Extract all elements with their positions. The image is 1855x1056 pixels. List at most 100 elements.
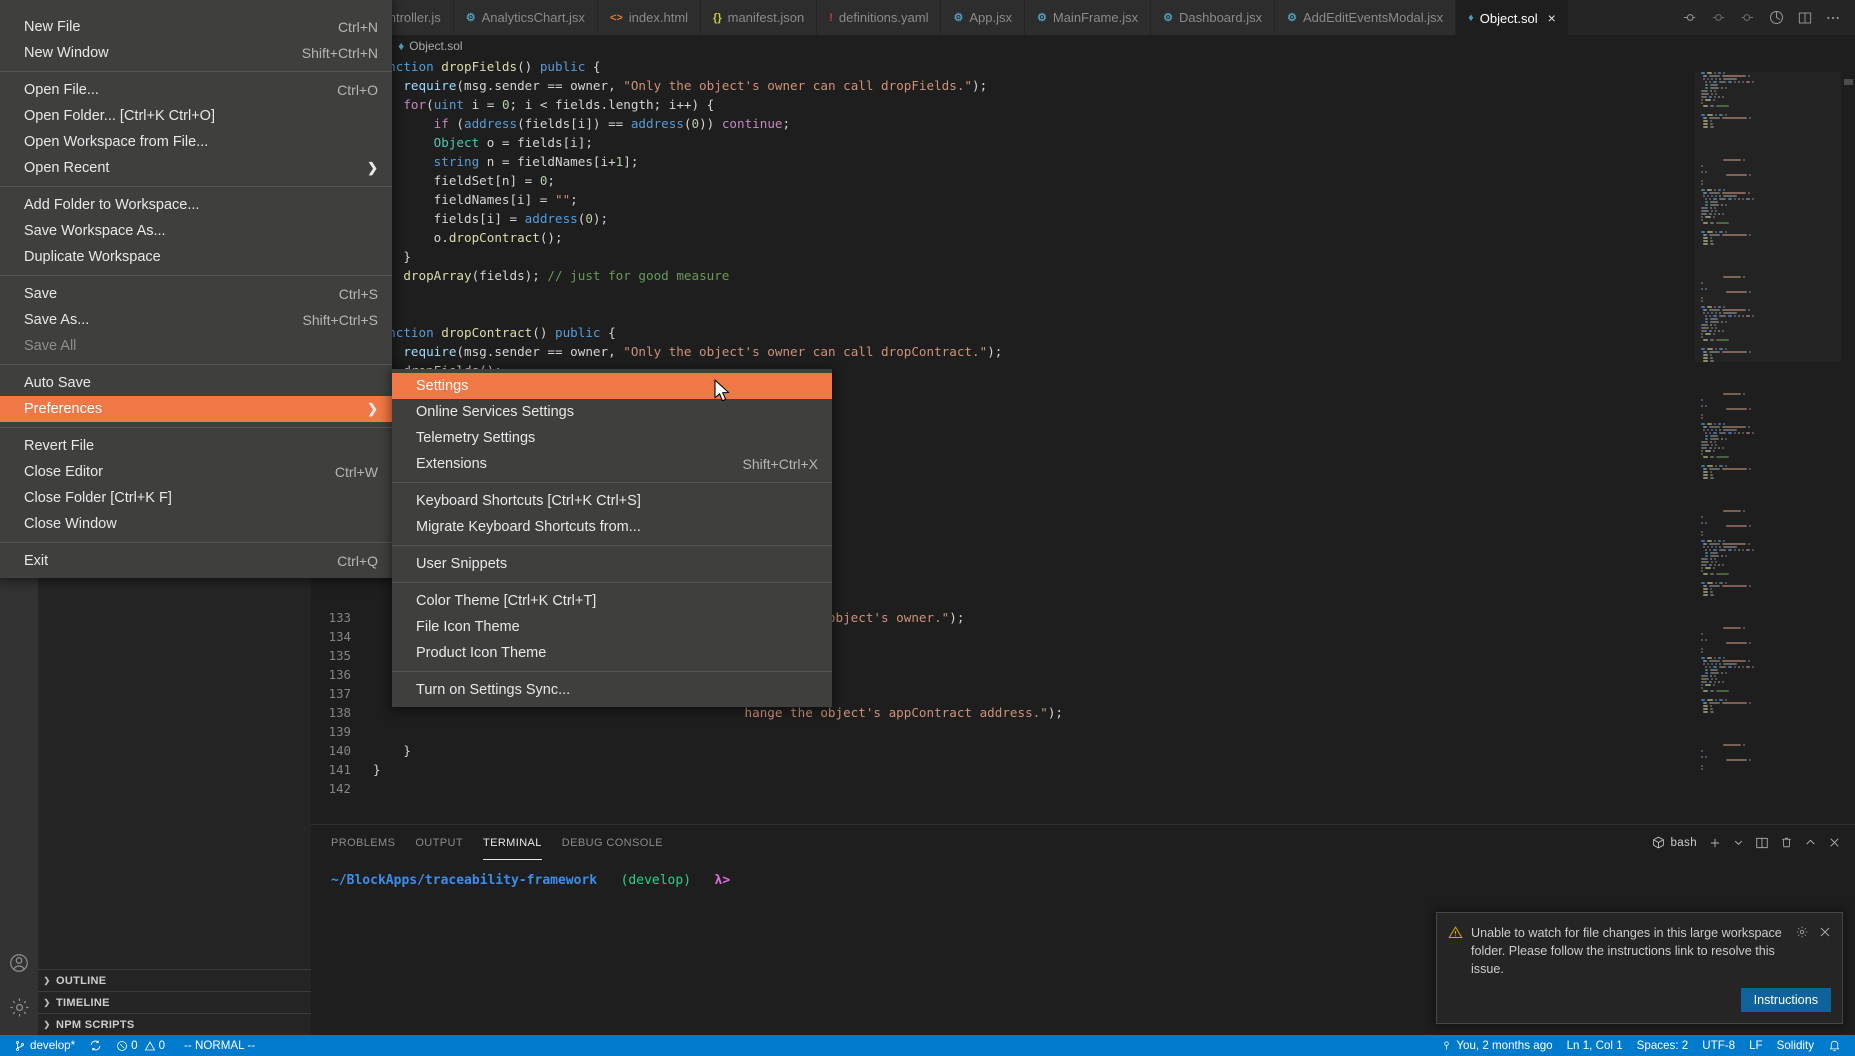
breadcrumb[interactable]: contracts ❯ ♦ Object.sol [311, 35, 1855, 57]
manage-gear-icon[interactable] [0, 985, 38, 1029]
panel-tab-problems[interactable]: PROBLEMS [331, 825, 395, 860]
code-line-text: function dropFields() public { [373, 59, 601, 74]
menu-item-new-file[interactable]: New File Ctrl+N [0, 14, 392, 40]
menu-item-settings[interactable]: Settings [392, 373, 832, 399]
split-editor-icon[interactable] [1797, 10, 1813, 26]
breadcrumb-file[interactable]: Object.sol [409, 39, 462, 53]
run-and-debug-icon[interactable] [1768, 9, 1785, 26]
panel-tab-debug-console[interactable]: DEBUG CONSOLE [562, 825, 663, 860]
menu-item-label: Save Workspace As... [24, 223, 166, 239]
tab-file-icon: ♦ [1468, 12, 1474, 24]
editor-tab[interactable]: ⚙ MainFrame.jsx [1025, 0, 1152, 35]
menu-item-close-editor[interactable]: Close Editor Ctrl+W [0, 459, 392, 485]
terminal-dropdown-icon[interactable] [1733, 837, 1744, 848]
code-line: o.dropContract(); [311, 228, 1695, 247]
editor-tab[interactable]: ⚙ App.jsx [941, 0, 1025, 35]
maximize-panel-icon[interactable] [1804, 836, 1817, 849]
menu-item-keyboard-shortcuts-ctrl-k-ctrl-s[interactable]: Keyboard Shortcuts [Ctrl+K Ctrl+S] [392, 488, 832, 514]
notification-toast[interactable]: Unable to watch for file changes in this… [1436, 912, 1843, 1024]
menu-item-new-window[interactable]: New Window Shift+Ctrl+N [0, 40, 392, 66]
panel-actions[interactable]: bash [1652, 836, 1855, 850]
new-terminal-icon[interactable] [1708, 836, 1722, 850]
status-problems[interactable]: 0 0 [109, 1035, 172, 1056]
menu-item-exit[interactable]: Exit Ctrl+Q [0, 548, 392, 574]
editor-tab[interactable]: <> index.html [597, 0, 702, 35]
menu-item-save-workspace-as[interactable]: Save Workspace As... [0, 218, 392, 244]
sidebar-section-timeline[interactable]: ❯ TIMELINE [38, 991, 311, 1013]
menu-item-turn-on-settings-sync[interactable]: Turn on Settings Sync... [392, 677, 832, 703]
menu-item-telemetry-settings[interactable]: Telemetry Settings [392, 425, 832, 451]
minimap[interactable] [1695, 57, 1841, 845]
line-number: 135 [328, 648, 351, 663]
tab-close-icon[interactable]: × [1548, 11, 1556, 25]
status-notifications-bell-icon[interactable] [1821, 1035, 1855, 1056]
split-editor-left-icon[interactable] [1681, 9, 1698, 26]
preferences-submenu[interactable]: Settings Online Services Settings Telemetr… [392, 369, 832, 707]
panel-tab-terminal[interactable]: TERMINAL [483, 825, 542, 860]
menu-item-duplicate-workspace[interactable]: Duplicate Workspace [0, 244, 392, 270]
menu-item-revert-file[interactable]: Revert File [0, 433, 392, 459]
menu-separator [0, 364, 392, 365]
menu-item-migrate-keyboard-shortcuts-from[interactable]: Migrate Keyboard Shortcuts from... [392, 514, 832, 540]
status-cursor-position[interactable]: Ln 1, Col 1 [1560, 1035, 1630, 1056]
editor-tab[interactable]: ♦ Object.sol × [1456, 0, 1569, 35]
panel-tab-list[interactable]: PROBLEMS OUTPUT TERMINAL DEBUG CONSOLE bash [311, 825, 1855, 860]
menu-item-user-snippets[interactable]: User Snippets [392, 551, 832, 577]
more-actions-icon[interactable] [1825, 10, 1841, 26]
status-git-blame[interactable]: You, 2 months ago [1434, 1035, 1559, 1056]
file-menu[interactable]: New File Ctrl+N New Window Shift+Ctrl+N Open… [0, 0, 392, 578]
gear-icon[interactable] [1795, 925, 1809, 944]
close-icon[interactable] [1818, 925, 1832, 944]
minimap-slider[interactable] [1695, 72, 1841, 362]
tab-file-icon: ⚙ [1163, 12, 1173, 24]
split-editor-right-icon[interactable] [1739, 9, 1756, 26]
menu-item-label: Extensions [416, 456, 487, 472]
status-encoding[interactable]: UTF-8 [1695, 1035, 1742, 1056]
run-icon[interactable] [1710, 9, 1727, 26]
status-branch[interactable]: develop* [0, 1035, 82, 1056]
panel-tab-output[interactable]: OUTPUT [415, 825, 463, 860]
terminal-shell-chip[interactable]: bash [1652, 836, 1697, 849]
sidebar-section-outline[interactable]: ❯ OUTLINE [38, 969, 311, 991]
menu-item-preferences[interactable]: Preferences ❯ [0, 396, 392, 422]
menu-item-color-theme-ctrl-k-ctrl-t[interactable]: Color Theme [Ctrl+K Ctrl+T] [392, 588, 832, 614]
status-indentation[interactable]: Spaces: 2 [1630, 1035, 1696, 1056]
sidebar-section-npm-scripts[interactable]: ❯ NPM SCRIPTS [38, 1013, 311, 1035]
code-line: fields[i] = address(0); [311, 209, 1695, 228]
editor-tab[interactable]: ⚙ AddEditEventsModal.jsx [1275, 0, 1457, 35]
editor-tab-bar[interactable]: JSdapp.controller.js⚙AnalyticsChart.jsx<… [311, 0, 1855, 35]
menu-item-close-folder-ctrl-k-f[interactable]: Close Folder [Ctrl+K F] [0, 485, 392, 511]
sidebar-section-label: OUTLINE [56, 974, 107, 987]
status-vim-mode[interactable]: -- NORMAL -- [172, 1035, 262, 1056]
split-terminal-icon[interactable] [1755, 836, 1769, 850]
menu-item-open-file[interactable]: Open File... Ctrl+O [0, 77, 392, 103]
editor-tab[interactable]: ⚙ Dashboard.jsx [1151, 0, 1276, 35]
tab-file-icon: ⚙ [465, 12, 476, 24]
menu-item-extensions[interactable]: Extensions Shift+Ctrl+X [392, 451, 832, 477]
status-eol[interactable]: LF [1742, 1035, 1770, 1056]
menu-item-open-folder-ctrl-k-ctrl-o[interactable]: Open Folder... [Ctrl+K Ctrl+O] [0, 103, 392, 129]
menu-item-auto-save[interactable]: Auto Save [0, 370, 392, 396]
menu-item-open-workspace-from-file[interactable]: Open Workspace from File... [0, 129, 392, 155]
editor-actions[interactable] [1671, 0, 1855, 35]
menu-item-file-icon-theme[interactable]: File Icon Theme [392, 614, 832, 640]
terminal-output[interactable]: ~/BlockApps/traceability-framework (deve… [311, 860, 1855, 890]
menu-item-save-as[interactable]: Save As... Shift+Ctrl+S [0, 307, 392, 333]
menu-item-close-window[interactable]: Close Window [0, 511, 392, 537]
status-sync[interactable] [82, 1035, 109, 1056]
tab-file-icon: ⚙ [953, 12, 964, 24]
menu-item-product-icon-theme[interactable]: Product Icon Theme [392, 640, 832, 666]
menu-item-open-recent[interactable]: Open Recent ❯ [0, 155, 392, 181]
overview-ruler[interactable] [1841, 57, 1855, 845]
status-language-mode[interactable]: Solidity [1770, 1035, 1821, 1056]
menu-item-save[interactable]: Save Ctrl+S [0, 281, 392, 307]
instructions-button[interactable]: Instructions [1740, 988, 1831, 1012]
editor-tab[interactable]: ⚙ AnalyticsChart.jsx [453, 0, 598, 35]
close-panel-icon[interactable] [1828, 836, 1841, 849]
editor-tab[interactable]: {} manifest.json [701, 0, 818, 35]
editor-tab[interactable]: ! definitions.yaml [817, 0, 942, 35]
menu-item-online-services-settings[interactable]: Online Services Settings [392, 399, 832, 425]
kill-terminal-icon[interactable] [1780, 836, 1793, 849]
menu-item-add-folder-to-workspace[interactable]: Add Folder to Workspace... [0, 192, 392, 218]
accounts-icon[interactable] [0, 941, 38, 985]
